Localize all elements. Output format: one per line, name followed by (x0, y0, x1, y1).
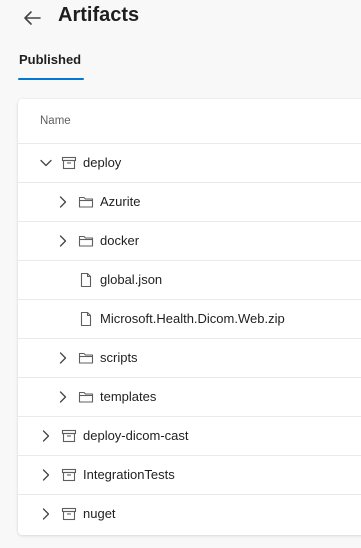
artifact-icon (61, 506, 77, 522)
chevron-right-icon[interactable] (39, 429, 53, 443)
tree-item-label: global.json (100, 272, 163, 287)
tree-row-microsoft-health-dicom-web-zip[interactable]: Microsoft.Health.Dicom.Web.zip (18, 300, 361, 339)
folder-icon (78, 389, 94, 405)
tree-item-label: deploy (83, 155, 122, 170)
tab-published[interactable]: Published (18, 52, 85, 80)
tree-row-nuget[interactable]: nuget (18, 495, 361, 533)
tree-item-label: nuget (83, 506, 116, 521)
artifact-icon (61, 428, 77, 444)
chevron-down-icon[interactable] (39, 156, 53, 170)
tab-bar: Published (18, 52, 85, 82)
tree-row-docker[interactable]: docker (18, 222, 361, 261)
artifacts-table: Name deploy Azurite docker global.json Micro… (18, 99, 361, 535)
tree-item-label: Azurite (100, 194, 141, 209)
chevron-right-icon[interactable] (56, 351, 70, 365)
chevron-right-icon[interactable] (56, 390, 70, 404)
tree-item-label: IntegrationTests (83, 467, 175, 482)
artifact-tree: deploy Azurite docker global.json Microsoft.… (18, 144, 361, 533)
tree-item-label: docker (100, 233, 140, 248)
tree-item-label: deploy-dicom-cast (83, 428, 189, 443)
tree-row-deploy-dicom-cast[interactable]: deploy-dicom-cast (18, 417, 361, 456)
tree-row-integrationtests[interactable]: IntegrationTests (18, 456, 361, 495)
tree-row-global-json[interactable]: global.json (18, 261, 361, 300)
folder-icon (78, 194, 94, 210)
chevron-right-icon[interactable] (39, 507, 53, 521)
chevron-right-icon[interactable] (56, 195, 70, 209)
arrow-left-icon (22, 10, 42, 26)
tree-item-label: templates (100, 389, 157, 404)
tree-row-scripts[interactable]: scripts (18, 339, 361, 378)
artifact-icon (61, 155, 77, 171)
tree-item-label: Microsoft.Health.Dicom.Web.zip (100, 311, 285, 326)
folder-icon (78, 233, 94, 249)
tree-item-label: scripts (100, 350, 138, 365)
chevron-right-icon[interactable] (56, 234, 70, 248)
tab-label: Published (19, 52, 82, 67)
artifact-icon (61, 467, 77, 483)
column-header-label: Name (40, 115, 71, 127)
folder-icon (78, 350, 94, 366)
selected-tab-indicator (18, 78, 85, 80)
chevron-right-icon[interactable] (39, 468, 53, 482)
column-header-name[interactable]: Name (18, 99, 361, 144)
tree-row-templates[interactable]: templates (18, 378, 361, 417)
header: Artifacts (0, 0, 361, 36)
file-icon (78, 272, 94, 288)
artifacts-page: Artifacts Published Name deploy Azurite do… (0, 0, 361, 548)
file-icon (78, 311, 94, 327)
page-title: Artifacts (58, 4, 140, 26)
tree-row-azurite[interactable]: Azurite (18, 183, 361, 222)
tree-row-deploy[interactable]: deploy (18, 144, 361, 183)
back-button[interactable] (18, 6, 46, 30)
